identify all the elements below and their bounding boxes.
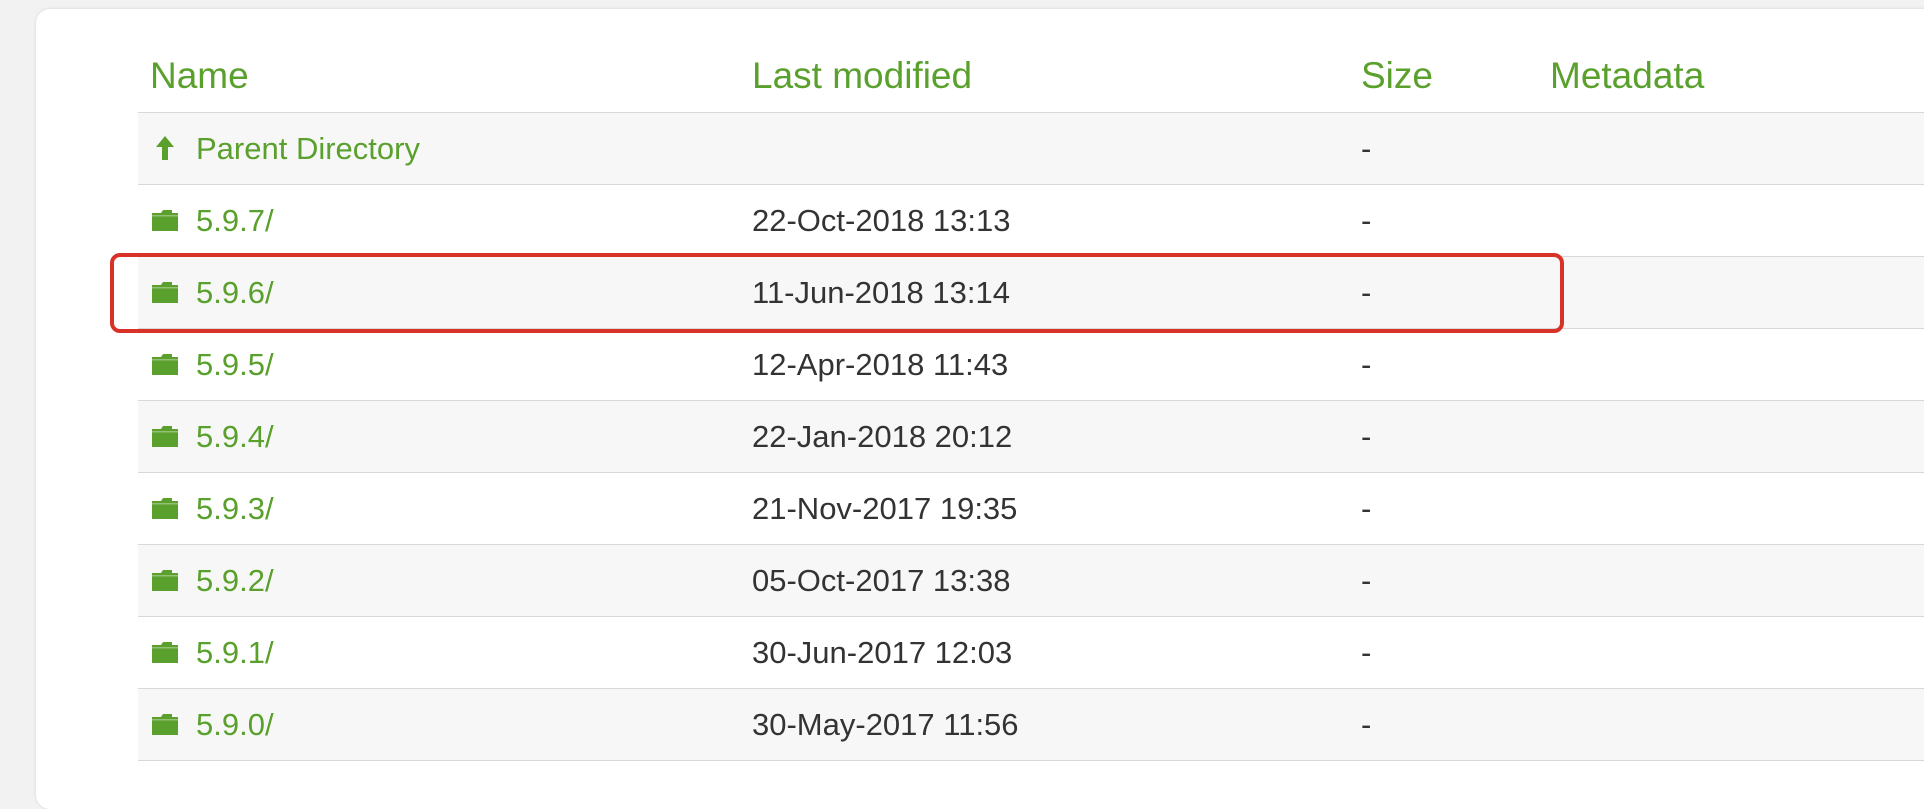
folder-icon	[152, 281, 178, 303]
name-cell: Parent Directory	[150, 113, 420, 184]
name-cell: 5.9.0/	[150, 689, 274, 760]
folder-icon	[152, 497, 178, 519]
column-header-size[interactable]: Size	[1361, 52, 1433, 100]
column-header-last-modified[interactable]: Last modified	[752, 52, 972, 100]
folder-link[interactable]: 5.9.1/	[196, 635, 274, 670]
folder-link[interactable]: 5.9.0/	[196, 707, 274, 742]
folder-link[interactable]: 5.9.6/	[196, 275, 274, 310]
modified-cell: 22-Jan-2018 20:12	[752, 419, 1013, 454]
modified-cell: 05-Oct-2017 13:38	[752, 563, 1011, 598]
name-cell: 5.9.3/	[150, 473, 274, 544]
name-cell: 5.9.1/	[150, 617, 274, 688]
modified-cell: 22-Oct-2018 13:13	[752, 203, 1011, 238]
size-cell: -	[1361, 203, 1372, 238]
folder-link[interactable]: 5.9.2/	[196, 563, 274, 598]
directory-listing: Name Last modified Size Metadata Parent …	[138, 42, 1924, 761]
size-cell: -	[1361, 707, 1372, 742]
table-row: 5.9.2/ 05-Oct-2017 13:38 -	[138, 545, 1924, 617]
table-row: 5.9.0/ 30-May-2017 11:56 -	[138, 689, 1924, 761]
folder-link[interactable]: 5.9.5/	[196, 347, 274, 382]
table-row: 5.9.3/ 21-Nov-2017 19:35 -	[138, 473, 1924, 545]
folder-link[interactable]: 5.9.7/	[196, 203, 274, 238]
folder-icon	[152, 569, 178, 591]
size-cell: -	[1361, 275, 1372, 310]
modified-cell: 30-May-2017 11:56	[752, 707, 1019, 742]
modified-cell: 21-Nov-2017 19:35	[752, 491, 1018, 526]
size-cell: -	[1361, 491, 1372, 526]
folder-icon	[152, 425, 178, 447]
name-cell: 5.9.4/	[150, 401, 274, 472]
table-row: 5.9.6/ 11-Jun-2018 13:14 -	[138, 257, 1924, 329]
parent-directory-link[interactable]: Parent Directory	[196, 131, 420, 166]
table-row: 5.9.7/ 22-Oct-2018 13:13 -	[138, 185, 1924, 257]
modified-cell: 30-Jun-2017 12:03	[752, 635, 1013, 670]
folder-icon	[152, 209, 178, 231]
folder-icon	[152, 713, 178, 735]
table-row: 5.9.1/ 30-Jun-2017 12:03 -	[138, 617, 1924, 689]
name-cell: 5.9.6/	[150, 257, 274, 328]
size-cell: -	[1361, 635, 1372, 670]
folder-link[interactable]: 5.9.3/	[196, 491, 274, 526]
arrow-up-icon	[156, 135, 174, 160]
size-cell: -	[1361, 347, 1372, 382]
name-cell: 5.9.7/	[150, 185, 274, 256]
modified-cell: 11-Jun-2018 13:14	[752, 275, 1010, 310]
folder-icon	[152, 353, 178, 375]
modified-cell: 12-Apr-2018 11:43	[752, 347, 1009, 382]
folder-link[interactable]: 5.9.4/	[196, 419, 274, 454]
folder-icon	[152, 641, 178, 663]
table-row-parent-directory: Parent Directory -	[138, 113, 1924, 185]
table-body: Parent Directory - 5.9.7/ 22-Oct-2018 13…	[138, 113, 1924, 761]
table-row: 5.9.5/ 12-Apr-2018 11:43 -	[138, 329, 1924, 401]
table-row: 5.9.4/ 22-Jan-2018 20:12 -	[138, 401, 1924, 473]
name-cell: 5.9.2/	[150, 545, 274, 616]
table-header: Name Last modified Size Metadata	[138, 42, 1924, 113]
column-header-metadata[interactable]: Metadata	[1550, 52, 1704, 100]
size-cell: -	[1361, 563, 1372, 598]
column-header-name[interactable]: Name	[150, 52, 249, 100]
name-cell: 5.9.5/	[150, 329, 274, 400]
size-cell: -	[1361, 131, 1372, 166]
size-cell: -	[1361, 419, 1372, 454]
